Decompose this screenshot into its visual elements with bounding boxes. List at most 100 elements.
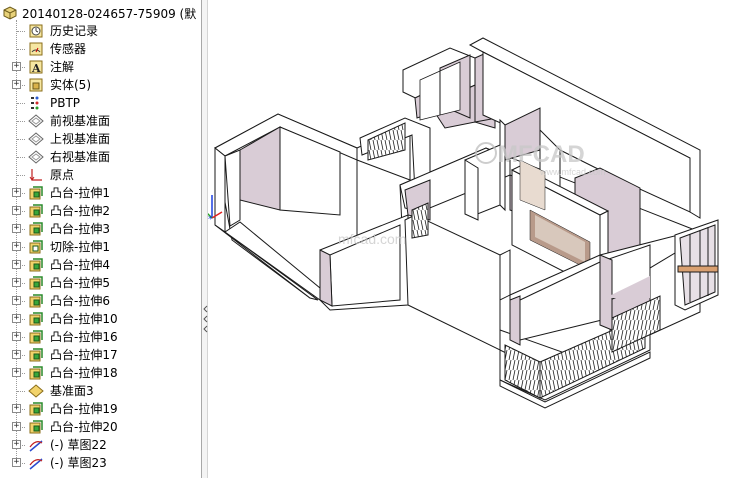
expand-icon[interactable]: +: [12, 314, 21, 323]
expand-icon[interactable]: +: [12, 188, 21, 197]
expand-icon[interactable]: +: [12, 332, 21, 341]
part-icon: [2, 5, 18, 21]
tree-item[interactable]: + 实体(5): [0, 76, 200, 94]
expand-icon[interactable]: +: [12, 422, 21, 431]
tree-item-label: 基准面3: [50, 384, 94, 398]
tree-branch-line: [17, 157, 25, 158]
svg-text:*: *: [208, 215, 213, 225]
boss-extrude-icon: [28, 311, 44, 327]
tree-branch-line: [17, 103, 25, 104]
tree-item[interactable]: + 凸台-拉伸4: [0, 256, 200, 274]
right-bay-window: [674, 219, 719, 311]
watermark-center-text: mfcad.com: [338, 231, 406, 247]
expand-icon[interactable]: +: [12, 206, 21, 215]
tree-item[interactable]: 上视基准面: [0, 130, 200, 148]
boss-extrude-icon: [28, 365, 44, 381]
tree-item-label: (-) 草图23: [50, 456, 107, 470]
tree-branch-line: [17, 31, 25, 32]
watermark-url-text: www.mfcad.com: [539, 167, 606, 177]
sensor-icon: [28, 41, 44, 57]
tree-item-label: 凸台-拉伸3: [50, 222, 110, 236]
tree-item[interactable]: 原点: [0, 166, 200, 184]
plane-icon: [28, 149, 44, 165]
expand-icon[interactable]: +: [12, 440, 21, 449]
tree-item-label: 上视基准面: [50, 132, 111, 146]
boss-extrude-icon: [28, 293, 44, 309]
tree-item[interactable]: + 切除-拉伸1: [0, 238, 200, 256]
tree-item[interactable]: 前视基准面: [0, 112, 200, 130]
tree-branch-line: [17, 121, 25, 122]
expand-icon[interactable]: +: [12, 224, 21, 233]
tree-item[interactable]: + A 注解: [0, 58, 200, 76]
expand-icon[interactable]: +: [12, 80, 21, 89]
tree-item[interactable]: + 凸台-拉伸6: [0, 292, 200, 310]
tree-item-label: 注解: [50, 60, 75, 74]
history-icon: [28, 23, 44, 39]
expand-icon[interactable]: +: [12, 458, 21, 467]
tree-item-label: PBTP: [50, 96, 81, 110]
tree-item[interactable]: + 凸台-拉伸5: [0, 274, 200, 292]
origin-icon: [28, 167, 44, 183]
tree-item-label: (-) 草图22: [50, 438, 107, 452]
tree-item-label: 原点: [50, 168, 75, 182]
svg-text:A: A: [31, 62, 41, 75]
tree-item-label: 历史记录: [50, 24, 99, 38]
expand-icon[interactable]: +: [12, 368, 21, 377]
expand-icon[interactable]: +: [12, 296, 21, 305]
tree-item[interactable]: 传感器: [0, 40, 200, 58]
boss-extrude-icon: [28, 185, 44, 201]
tree-item[interactable]: + 凸台-拉伸19: [0, 400, 200, 418]
floorplan-3d-model: MFCAD www.mfcad.com mfcad.com *: [208, 37, 719, 409]
tree-item-label: 凸台-拉伸1: [50, 186, 110, 200]
watermark-logo-text: MFCAD: [498, 141, 585, 168]
tree-item[interactable]: + 凸台-拉伸16: [0, 328, 200, 346]
tree-item[interactable]: + 凸台-拉伸2: [0, 202, 200, 220]
material-icon: [28, 95, 44, 111]
part-name-label: 20140128-024657-75909 (默: [22, 6, 197, 21]
plane-icon: [28, 131, 44, 147]
tree-item-label: 右视基准面: [50, 150, 111, 164]
expand-icon[interactable]: +: [12, 260, 21, 269]
tree-item[interactable]: + 凸台-拉伸18: [0, 364, 200, 382]
tree-item-label: 切除-拉伸1: [50, 240, 110, 254]
tree-item-label: 传感器: [50, 42, 87, 56]
expand-icon[interactable]: +: [12, 62, 21, 71]
tree-branch-line: [17, 49, 25, 50]
boss-extrude-icon: [28, 257, 44, 273]
tree-branch-line: [17, 139, 25, 140]
boss-extrude-icon: [28, 329, 44, 345]
expand-icon[interactable]: +: [12, 350, 21, 359]
tree-item[interactable]: 历史记录: [0, 22, 200, 40]
tree-root-part[interactable]: 20140128-024657-75909 (默: [2, 4, 201, 22]
boss-extrude-icon: [28, 221, 44, 237]
expand-icon[interactable]: +: [12, 242, 21, 251]
tree-item[interactable]: + 凸台-拉伸10: [0, 310, 200, 328]
solid-bodies-icon: [28, 77, 44, 93]
tree-item[interactable]: 基准面3: [0, 382, 200, 400]
tree-item-label: 凸台-拉伸6: [50, 294, 110, 308]
boss-extrude-icon: [28, 347, 44, 363]
tree-item-label: 凸台-拉伸10: [50, 312, 118, 326]
tree-item[interactable]: + (-) 草图23: [0, 454, 200, 472]
tree-item-label: 凸台-拉伸4: [50, 258, 110, 272]
boss-extrude-icon: [28, 275, 44, 291]
annotation-icon: A: [28, 59, 44, 75]
tree-item-label: 凸台-拉伸19: [50, 402, 118, 416]
expand-icon[interactable]: +: [12, 278, 21, 287]
tree-item[interactable]: + 凸台-拉伸3: [0, 220, 200, 238]
tree-item-label: 实体(5): [50, 78, 91, 92]
feature-manager-tree: 20140128-024657-75909 (默 历史记录传感器 + A 注解 + 实体(…: [0, 0, 202, 478]
plane-icon: [28, 113, 44, 129]
tree-item[interactable]: 右视基准面: [0, 148, 200, 166]
tree-item[interactable]: + 凸台-拉伸1: [0, 184, 200, 202]
tree-item[interactable]: + (-) 草图22: [0, 436, 200, 454]
sketch-icon: [28, 437, 44, 453]
expand-icon[interactable]: +: [12, 404, 21, 413]
tree-item-label: 凸台-拉伸16: [50, 330, 118, 344]
tree-item-label: 凸台-拉伸2: [50, 204, 110, 218]
tree-item[interactable]: + 凸台-拉伸20: [0, 418, 200, 436]
graphics-viewport[interactable]: MFCAD www.mfcad.com mfcad.com *: [208, 0, 743, 478]
tree-item[interactable]: PBTP: [0, 94, 200, 112]
tree-item[interactable]: + 凸台-拉伸17: [0, 346, 200, 364]
tree-item-label: 凸台-拉伸5: [50, 276, 110, 290]
